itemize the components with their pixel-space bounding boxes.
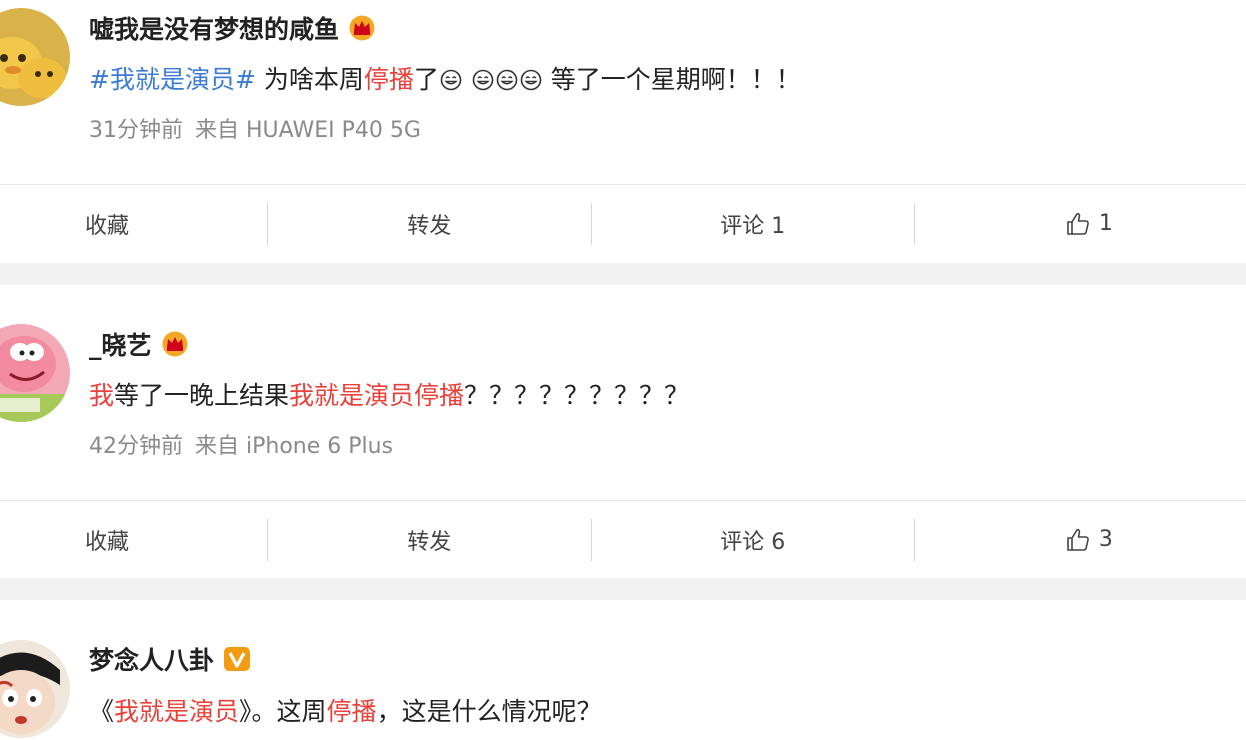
grin-emoji-icon <box>520 69 542 91</box>
avatar[interactable] <box>0 8 70 106</box>
username[interactable]: _晓艺 <box>89 326 190 362</box>
verified-v-icon <box>222 646 252 672</box>
like-button[interactable]: 1 <box>915 185 1246 263</box>
post-source: 来自 HUAWEI P40 5G <box>195 118 421 143</box>
grin-emoji-icon <box>472 69 494 91</box>
comment-button[interactable]: 评论 1 <box>591 185 914 263</box>
username[interactable]: 梦念人八卦 <box>89 641 252 677</box>
avatar[interactable] <box>0 324 70 422</box>
comment-button[interactable]: 评论 6 <box>591 501 914 579</box>
keyword-highlight[interactable]: 我就是演员停播 <box>289 381 464 410</box>
post-content: 我等了一晚上结果我就是演员停播？？？？？？？？？ <box>89 381 690 410</box>
post-2: _晓艺 我等了一晚上结果我就是演员停播？？？？？？？？？ 42分钟前 来自 iPh… <box>0 285 1246 578</box>
like-button[interactable]: 3 <box>915 501 1246 579</box>
grin-emoji-icon <box>496 69 518 91</box>
post-1: 嘘我是没有梦想的咸鱼 #我就是演员# 为啥本周停播了 等了一个星期啊！！！ 31… <box>0 0 1246 263</box>
grin-emoji-icon <box>440 69 462 91</box>
post-time[interactable]: 42分钟前 <box>89 434 183 459</box>
thumbs-up-icon <box>1065 527 1091 553</box>
action-bar: 收藏 转发 评论 1 1 <box>0 184 1246 262</box>
post-meta: 42分钟前 来自 iPhone 6 Plus <box>89 428 405 460</box>
action-bar: 收藏 转发 评论 6 3 <box>0 500 1246 578</box>
post-time[interactable]: 31分钟前 <box>89 118 183 143</box>
post-source: 来自 iPhone 6 Plus <box>195 434 394 459</box>
hashtag-link[interactable]: #我就是演员# <box>89 65 256 94</box>
post-content: #我就是演员# 为啥本周停播了 等了一个星期啊！！！ <box>89 65 801 94</box>
post-content: 《我就是演员》。这周停播，这是什么情况呢？ <box>89 697 602 726</box>
username[interactable]: 嘘我是没有梦想的咸鱼 <box>89 10 377 46</box>
keyword-highlight[interactable]: 停播 <box>327 697 377 726</box>
crown-icon <box>347 15 377 41</box>
keyword-highlight[interactable]: 我就是演员 <box>114 697 239 726</box>
keyword-highlight[interactable]: 我 <box>89 381 114 410</box>
post-meta: 31分钟前 来自 HUAWEI P40 5G <box>89 112 433 144</box>
post-separator <box>0 263 1246 285</box>
thumbs-up-icon <box>1065 211 1091 237</box>
crown-icon <box>160 331 190 357</box>
favorite-button[interactable]: 收藏 <box>0 501 267 579</box>
favorite-button[interactable]: 收藏 <box>0 185 267 263</box>
repost-button[interactable]: 转发 <box>268 185 591 263</box>
post-3: 梦念人八卦 《我就是演员》。这周停播，这是什么情况呢？ <box>0 600 1246 740</box>
keyword-highlight[interactable]: 停播 <box>364 65 414 94</box>
repost-button[interactable]: 转发 <box>268 501 591 579</box>
post-separator <box>0 578 1246 600</box>
avatar[interactable] <box>0 640 70 738</box>
